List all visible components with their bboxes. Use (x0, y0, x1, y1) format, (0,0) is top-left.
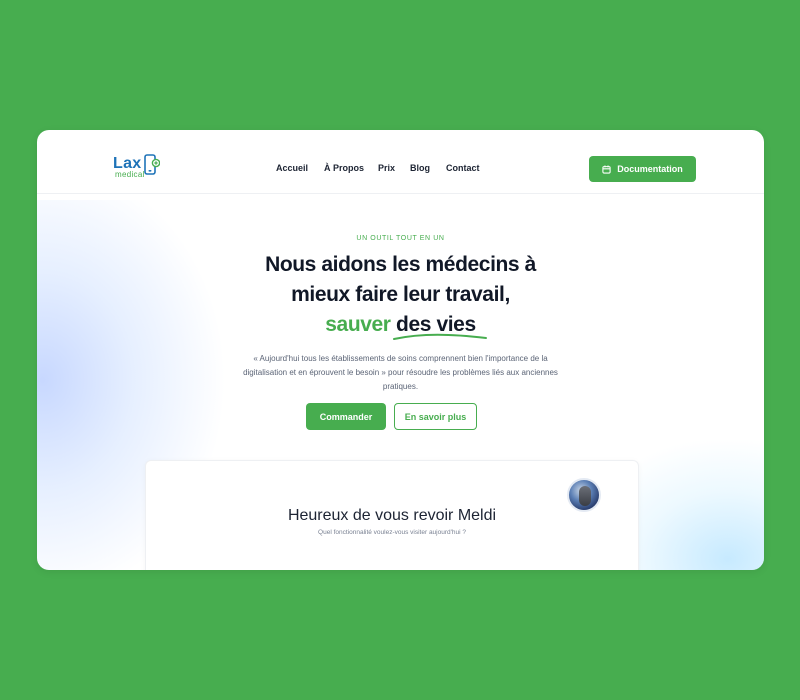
hero-tagline: UN OUTIL TOUT EN UN (356, 235, 445, 242)
hero-title-underlined: des vies (393, 310, 488, 340)
hero-title-line-1: Nous aidons les médecins à (265, 253, 536, 276)
nav-item-prix[interactable]: Prix (378, 163, 395, 173)
commander-button[interactable]: Commander (306, 403, 386, 430)
brand-subname: medical (115, 170, 145, 179)
site-header: Lax medical Accueil À Propos Prix Blog C… (37, 130, 764, 194)
hero-title: Nous aidons les médecins à mieux faire l… (37, 250, 764, 340)
welcome-subtitle: Quel fonctionnalité voulez-vous visiter … (318, 529, 466, 536)
phone-plus-icon (144, 154, 160, 175)
hero-title-line-3: sauver des vies (37, 310, 764, 340)
browser-frame: Lax medical Accueil À Propos Prix Blog C… (37, 130, 764, 570)
hero-title-highlight: sauver (325, 313, 391, 336)
nav-item-contact[interactable]: Contact (446, 163, 480, 173)
avatar-image (579, 486, 591, 506)
nav-item-a-propos[interactable]: À Propos (324, 163, 364, 173)
welcome-title: Heureux de vous revoir Meldi (287, 507, 497, 524)
nav-item-blog[interactable]: Blog (410, 163, 430, 173)
nav-item-accueil[interactable]: Accueil (276, 163, 308, 173)
documentation-button[interactable]: Documentation (589, 156, 696, 182)
hero-title-line-2: mieux faire leur travail, (291, 283, 510, 306)
calendar-icon (602, 165, 611, 174)
hero-section: UN OUTIL TOUT EN UN Nous aidons les méde… (37, 235, 764, 394)
hero-description: « Aujourd'hui tous les établissements de… (243, 354, 558, 391)
underline-swoosh (393, 333, 488, 340)
documentation-label: Documentation (617, 164, 683, 174)
welcome-card: Heureux de vous revoir Meldi Quel foncti… (145, 460, 639, 570)
en-savoir-plus-button[interactable]: En savoir plus (394, 403, 477, 430)
